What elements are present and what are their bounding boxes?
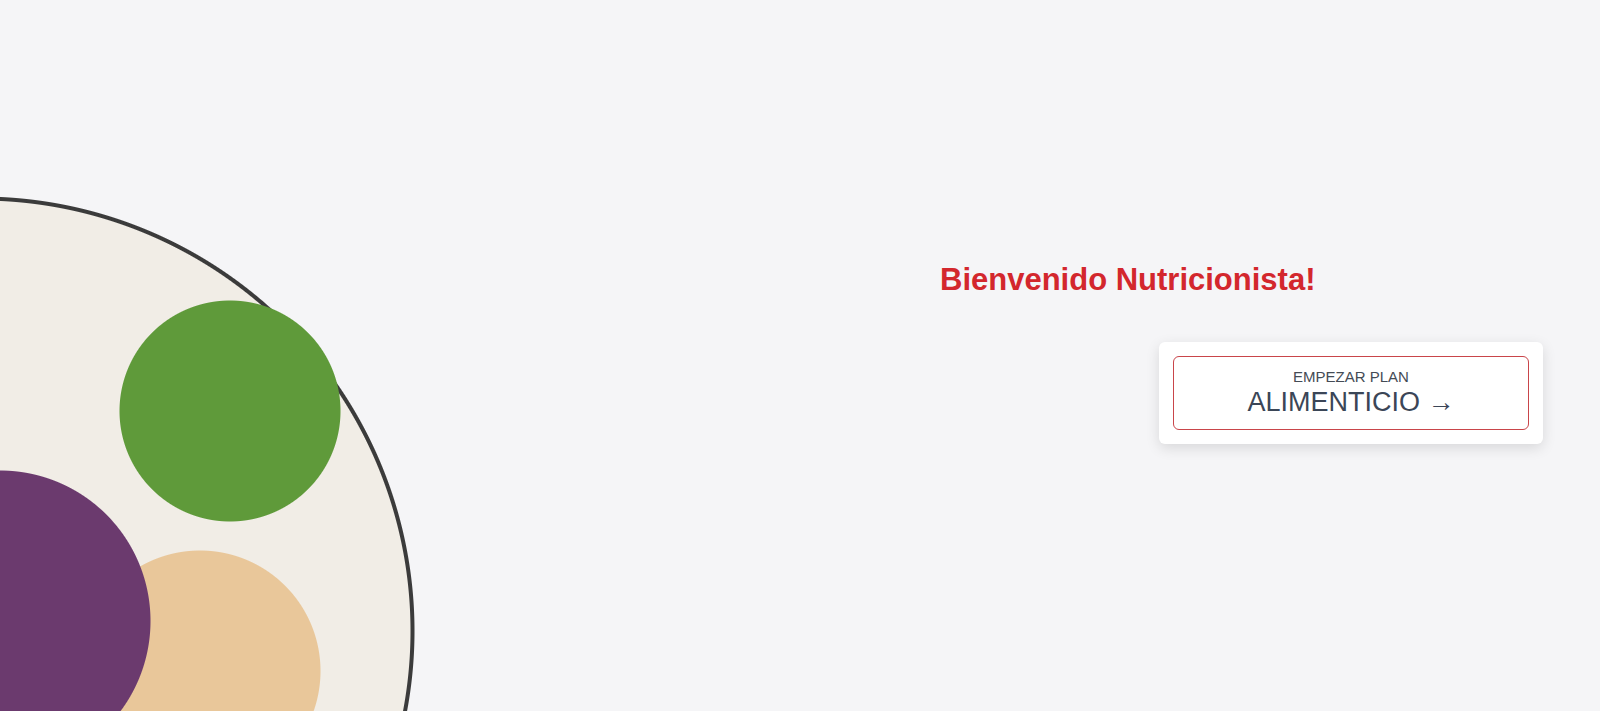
photo-column (0, 0, 470, 711)
start-card: EMPEZAR PLAN ALIMENTICIO → (1159, 342, 1543, 444)
start-plan-button[interactable]: EMPEZAR PLAN ALIMENTICIO → (1173, 356, 1529, 430)
welcome-panel: Bienvenido Nutricionista! EMPEZAR PLAN ALI… (920, 0, 1600, 711)
start-plan-label: ALIMENTICIO → (1247, 387, 1454, 418)
start-plan-caption: EMPEZAR PLAN (1293, 368, 1409, 385)
welcome-heading: Bienvenido Nutricionista! (940, 262, 1315, 298)
food-photo (0, 151, 470, 711)
page: Bienvenido Nutricionista! EMPEZAR PLAN ALI… (0, 0, 1600, 711)
